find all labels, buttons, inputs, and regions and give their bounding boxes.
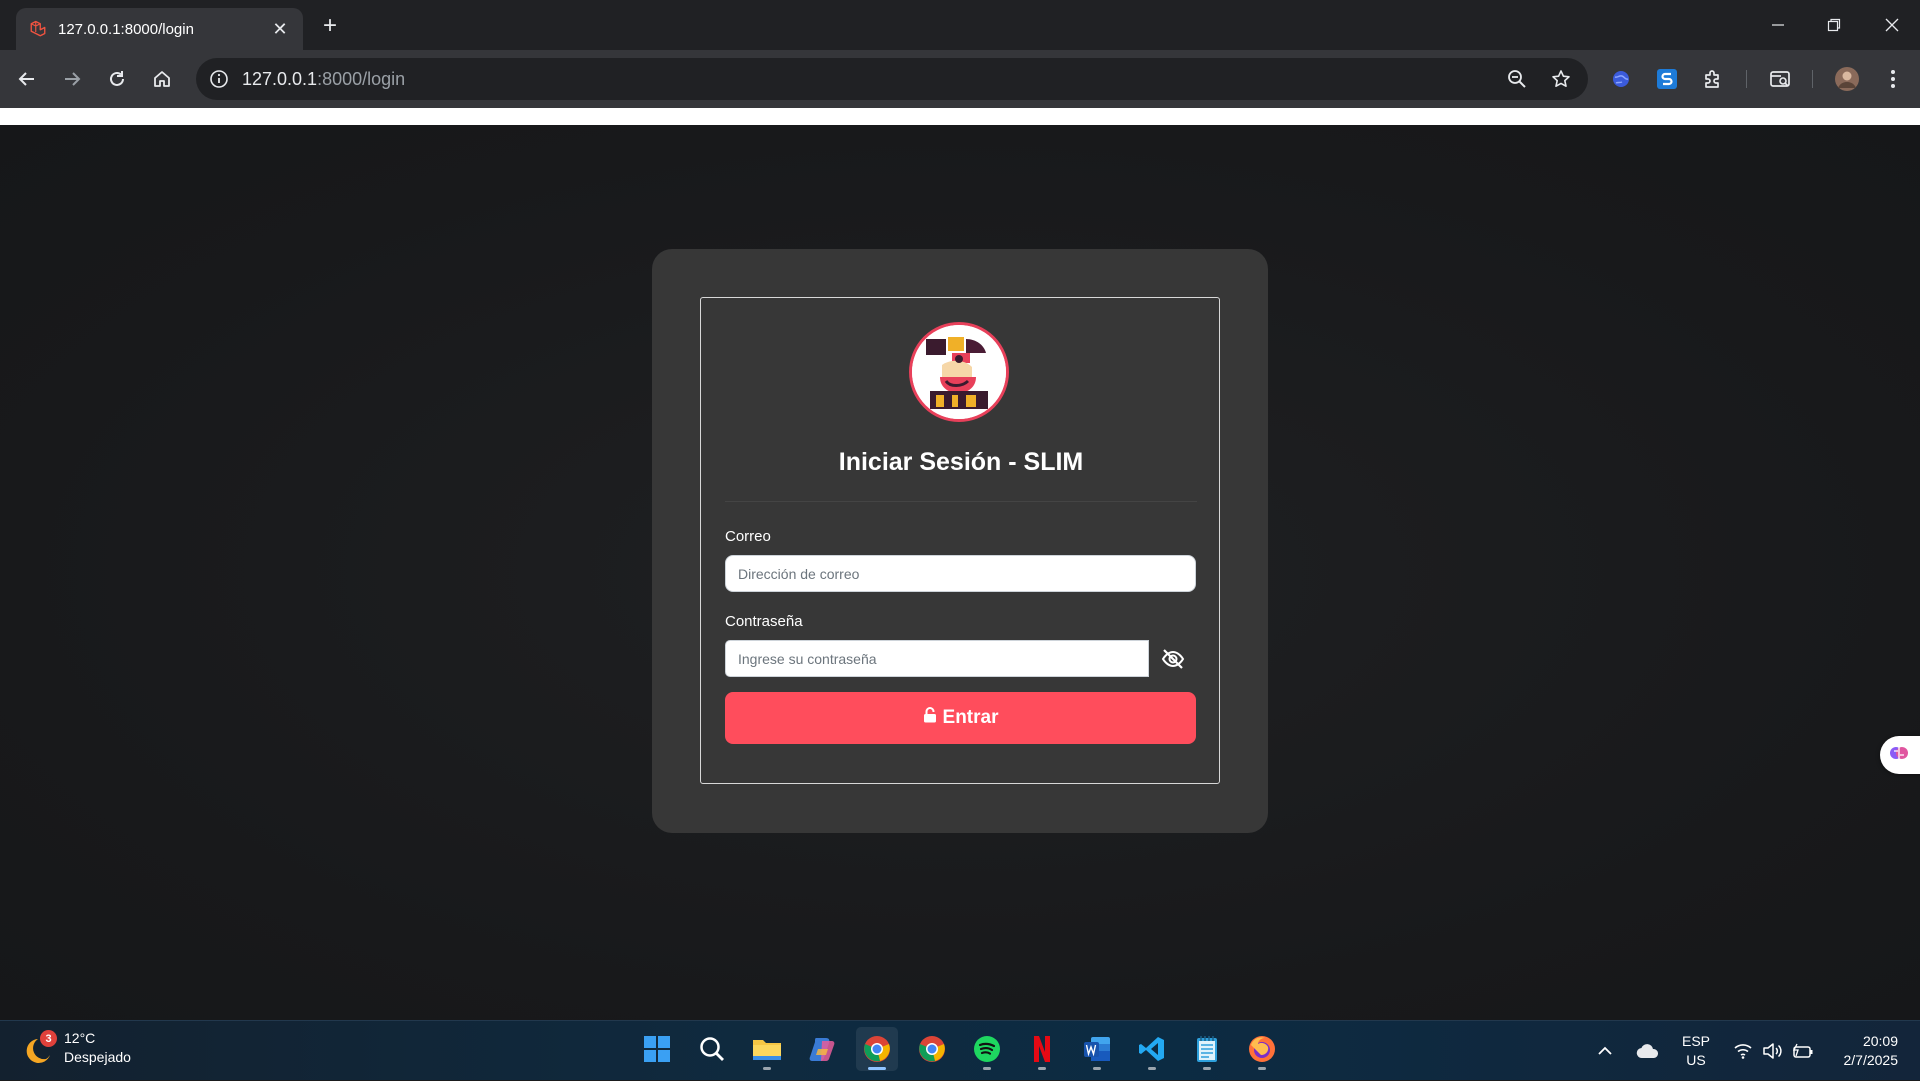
chrome-active-icon[interactable] <box>856 1027 898 1071</box>
clock-date: 2/7/2025 <box>1843 1052 1899 1068</box>
bookmark-star-icon[interactable] <box>1544 62 1578 96</box>
home-button[interactable] <box>145 62 179 96</box>
extension-s-icon[interactable] <box>1650 62 1684 96</box>
notepad-icon[interactable] <box>1186 1027 1228 1071</box>
password-field[interactable] <box>725 640 1149 677</box>
address-bar[interactable]: 127.0.0.1:8000/login <box>196 58 1588 100</box>
email-field[interactable] <box>725 555 1196 592</box>
laravel-favicon-icon <box>28 19 48 39</box>
chrome-icon[interactable] <box>911 1027 953 1071</box>
zoom-icon[interactable] <box>1500 62 1534 96</box>
file-explorer-icon[interactable] <box>746 1027 788 1071</box>
url-host: 127.0.0.1 <box>242 68 318 89</box>
url-text: 127.0.0.1:8000/login <box>242 69 405 90</box>
page-top-strip <box>0 108 1920 125</box>
url-path: :8000/login <box>317 68 406 89</box>
taskbar-apps <box>636 1027 1283 1071</box>
onedrive-cloud-icon[interactable] <box>1636 1021 1660 1081</box>
tray-overflow-chevron-icon[interactable] <box>1596 1021 1614 1081</box>
login-page: Iniciar Sesión - SLIM Correo Contraseña … <box>0 125 1920 1020</box>
battery-icon[interactable] <box>1792 1021 1814 1081</box>
browser-tab-active[interactable]: 127.0.0.1:8000/login ✕ <box>16 8 303 50</box>
site-info-icon[interactable] <box>200 60 238 98</box>
browser-toolbar: 127.0.0.1:8000/login <box>0 50 1920 108</box>
taskbar-search-icon[interactable] <box>691 1027 733 1071</box>
wifi-icon[interactable] <box>1734 1021 1752 1081</box>
start-button[interactable] <box>636 1027 678 1071</box>
weather-desc: Despejado <box>64 1049 131 1065</box>
password-label: Contraseña <box>725 613 803 630</box>
slim-logo <box>909 322 1009 422</box>
clock[interactable]: 20:09 2/7/2025 <box>1830 1021 1899 1081</box>
reload-button[interactable] <box>100 62 134 96</box>
brain-icon <box>1889 743 1909 768</box>
weather-widget[interactable]: 3 12°C Despejado <box>26 1029 131 1067</box>
moon-weather-icon: 3 <box>26 1030 57 1063</box>
volume-icon[interactable] <box>1762 1021 1782 1081</box>
email-label: Correo <box>725 528 771 545</box>
side-assistant-button[interactable] <box>1880 736 1920 774</box>
submit-label: Entrar <box>942 707 999 728</box>
title-divider <box>725 501 1197 502</box>
login-form: Iniciar Sesión - SLIM Correo Contraseña … <box>700 297 1220 784</box>
weather-temp: 12°C <box>64 1030 96 1046</box>
spotify-icon[interactable] <box>966 1027 1008 1071</box>
profile-avatar[interactable] <box>1830 62 1864 96</box>
extension-globe-icon[interactable] <box>1604 62 1638 96</box>
restore-button[interactable] <box>1814 8 1854 42</box>
login-title: Iniciar Sesión - SLIM <box>838 448 1084 476</box>
browser-menu-icon[interactable] <box>1876 62 1910 96</box>
vscode-icon[interactable] <box>1131 1027 1173 1071</box>
keyboard-layout: US <box>1686 1052 1706 1068</box>
submit-button[interactable]: Entrar <box>725 692 1196 744</box>
word-icon[interactable] <box>1076 1027 1118 1071</box>
lock-icon <box>923 707 937 729</box>
toolbar-separator <box>1746 70 1747 88</box>
windows-taskbar: 3 12°C Despejado ESP US 20:09 2/7/2025 <box>0 1020 1920 1080</box>
clock-time: 20:09 <box>1862 1033 1898 1049</box>
netflix-icon[interactable] <box>1021 1027 1063 1071</box>
copilot-icon[interactable] <box>801 1027 843 1071</box>
minimize-button[interactable] <box>1758 8 1798 42</box>
login-card: Iniciar Sesión - SLIM Correo Contraseña … <box>652 249 1268 833</box>
language-code: ESP <box>1682 1033 1711 1049</box>
tab-title: 127.0.0.1:8000/login <box>58 20 194 38</box>
tab-close-icon[interactable]: ✕ <box>269 18 291 40</box>
toolbar-separator <box>1812 70 1813 88</box>
forward-button[interactable] <box>55 62 89 96</box>
firefox-icon[interactable] <box>1241 1027 1283 1071</box>
back-button[interactable] <box>10 62 44 96</box>
language-indicator[interactable]: ESP US <box>1682 1021 1710 1081</box>
search-tabs-icon[interactable] <box>1763 62 1797 96</box>
browser-tabstrip: 127.0.0.1:8000/login ✕ + <box>0 0 1920 50</box>
close-window-button[interactable] <box>1872 8 1912 42</box>
eye-slash-icon[interactable] <box>1149 640 1197 677</box>
weather-alert-badge: 3 <box>40 1030 57 1047</box>
new-tab-button[interactable]: + <box>315 11 345 41</box>
extensions-puzzle-icon[interactable] <box>1696 62 1730 96</box>
